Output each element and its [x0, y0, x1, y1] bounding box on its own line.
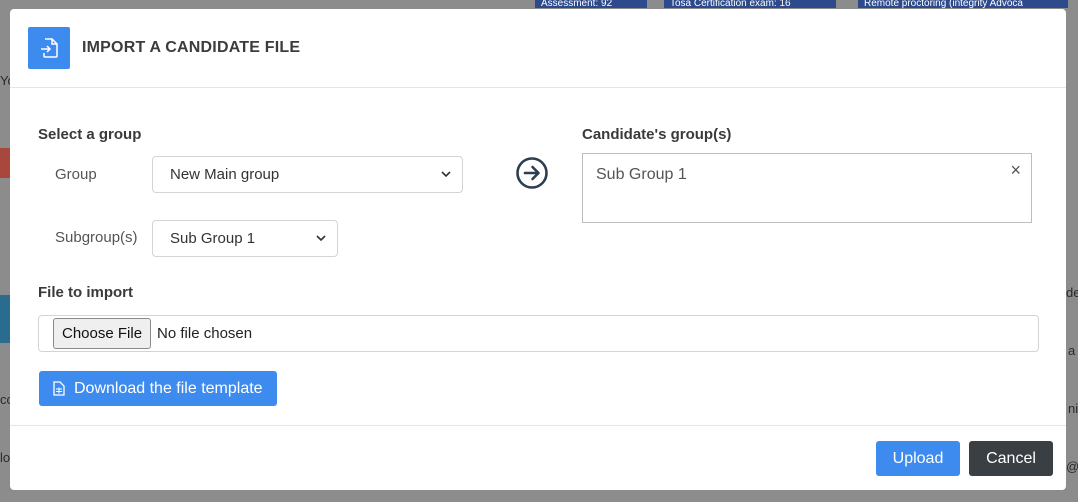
arrow-right-circle-icon[interactable]: [515, 156, 549, 190]
subgroup-select[interactable]: Sub Group 1: [152, 220, 338, 257]
subgroup-select-value: Sub Group 1: [170, 230, 256, 247]
background-red-block: [0, 148, 10, 178]
background-fragment: @t: [1066, 459, 1078, 474]
chevron-down-icon: [316, 235, 326, 242]
candidate-groups-label: Candidate's group(s): [582, 126, 732, 143]
group-select[interactable]: New Main group: [152, 156, 463, 193]
file-input[interactable]: Choose File No file chosen: [38, 315, 1039, 352]
cancel-button[interactable]: Cancel: [969, 441, 1053, 476]
group-select-value: New Main group: [170, 166, 280, 183]
candidate-groups-box[interactable]: Sub Group 1 ×: [582, 153, 1032, 223]
download-template-button[interactable]: Download the file template: [39, 371, 277, 406]
select-group-label: Select a group: [38, 126, 142, 143]
file-to-import-label: File to import: [38, 284, 133, 301]
download-template-label: Download the file template: [74, 379, 263, 397]
clear-icon[interactable]: ×: [1010, 160, 1021, 181]
background-fragment: de: [1066, 285, 1078, 300]
background-pill-certification: Tosa Certification exam: 16: [664, 0, 836, 8]
background-pill-proctoring: Remote proctoring (integrity Advoca: [858, 0, 1068, 8]
background-fragment: a: [1068, 343, 1076, 358]
background-fragment: ni: [1068, 401, 1078, 416]
chevron-down-icon: [441, 171, 451, 178]
modal-header: IMPORT A CANDIDATE FILE: [10, 9, 1066, 88]
no-file-text: No file chosen: [157, 325, 253, 342]
upload-button[interactable]: Upload: [876, 441, 960, 476]
file-import-icon: [28, 27, 70, 69]
group-label: Group: [55, 166, 97, 183]
background-blue-block: [0, 295, 10, 343]
modal-title: IMPORT A CANDIDATE FILE: [82, 39, 301, 56]
footer-divider: [10, 425, 1066, 426]
import-candidate-modal: IMPORT A CANDIDATE FILE Select a group G…: [10, 9, 1066, 490]
background-fragment: lo: [0, 450, 11, 465]
subgroup-label: Subgroup(s): [55, 229, 138, 246]
spreadsheet-file-icon: [53, 381, 65, 396]
choose-file-button[interactable]: Choose File: [53, 318, 152, 349]
candidate-group-tag: Sub Group 1: [596, 166, 687, 183]
background-pill-assessment: Assessment: 92: [535, 0, 647, 8]
